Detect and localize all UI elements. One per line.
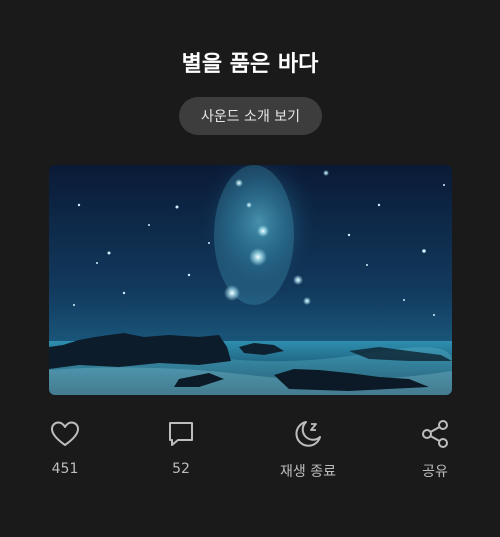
like-count: 451 <box>51 461 79 477</box>
moon-sleep-icon <box>292 418 324 450</box>
like-button[interactable]: 451 <box>20 418 110 477</box>
sleep-timer-button[interactable]: 재생 종료 <box>263 418 353 481</box>
comment-button[interactable]: 52 <box>136 418 226 477</box>
heart-icon <box>49 418 81 450</box>
action-bar: 451 52 재생 종료 공유 <box>0 418 500 488</box>
starry-sea-image <box>49 165 452 395</box>
comment-icon <box>165 418 197 450</box>
share-icon <box>419 418 451 450</box>
comment-count: 52 <box>172 461 190 477</box>
share-label: 공유 <box>422 464 448 480</box>
sound-intro-button[interactable]: 사운드 소개 보기 <box>179 97 322 135</box>
page-title: 별을 품은 바다 <box>181 52 319 77</box>
sleep-timer-label: 재생 종료 <box>280 464 336 480</box>
share-button[interactable]: 공유 <box>390 418 480 481</box>
